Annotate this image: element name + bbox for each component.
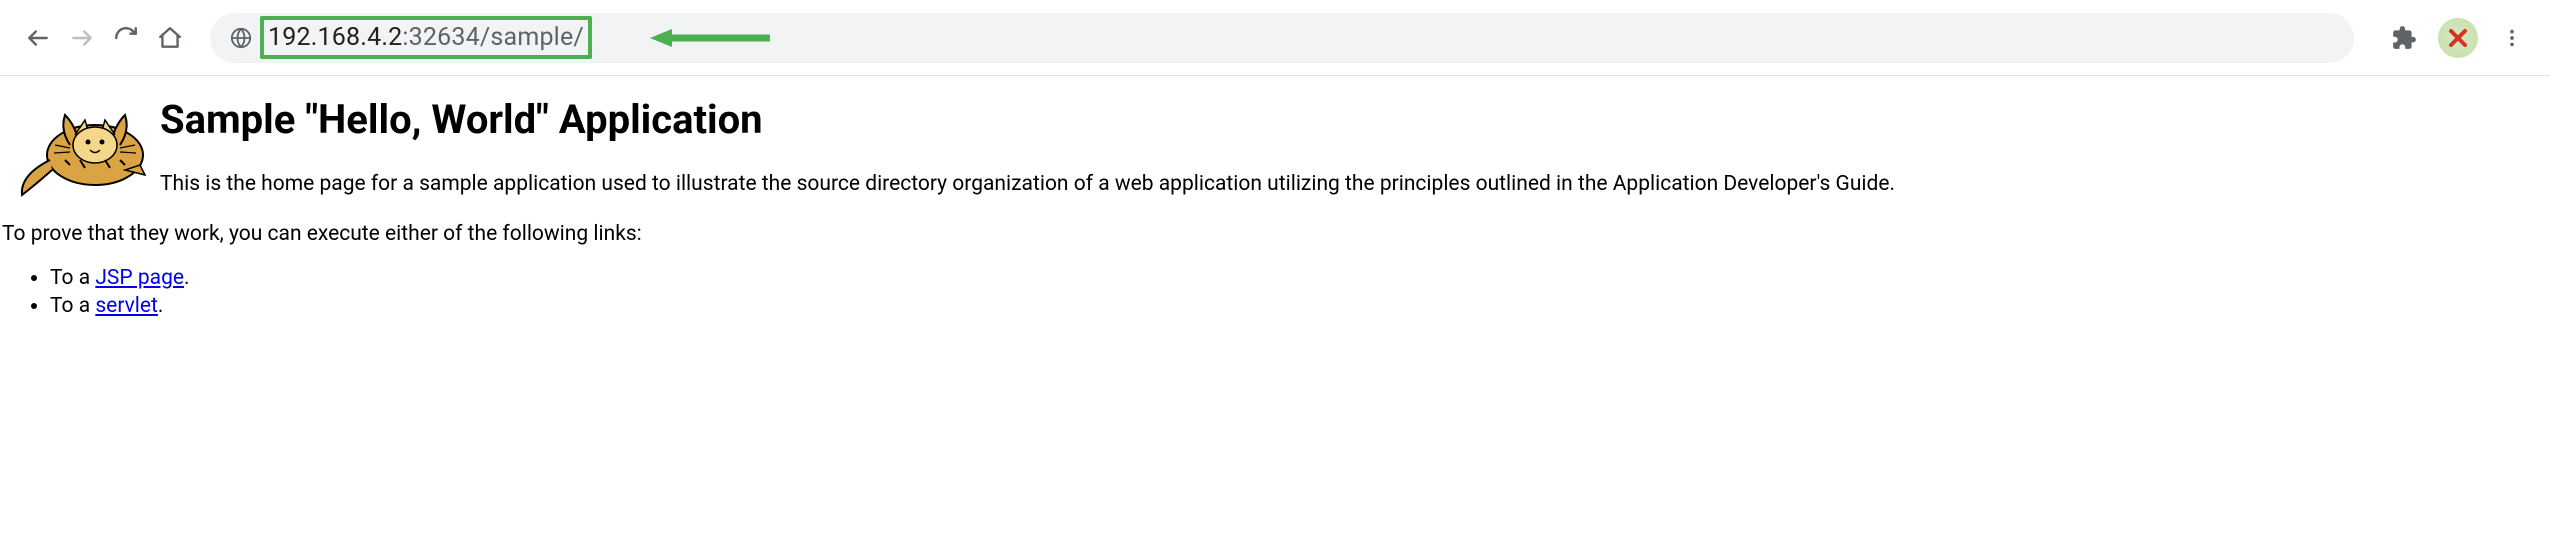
link-suffix: . (184, 266, 190, 290)
extension-badge[interactable] (2438, 18, 2478, 58)
intro-paragraph: This is the home page for a sample appli… (160, 171, 1895, 198)
tomcat-logo (10, 90, 160, 200)
url-text[interactable]: 192.168.4.2:32634/sample/ (264, 20, 588, 55)
home-button[interactable] (152, 20, 188, 56)
url-host: 192.168.4.2 (268, 23, 402, 52)
browser-toolbar: 192.168.4.2:32634/sample/ (0, 0, 2550, 76)
site-info-icon[interactable] (230, 27, 252, 49)
extensions-icon[interactable] (2386, 20, 2422, 56)
link-suffix: . (158, 294, 164, 318)
link-prefix: To a (50, 266, 95, 290)
prove-paragraph: To prove that they work, you can execute… (2, 222, 2550, 246)
page-title: Sample "Hello, World" Application (160, 96, 1895, 143)
url-path: /sample/ (480, 23, 584, 52)
header-row: Sample "Hello, World" Application This i… (0, 76, 2550, 200)
reload-button[interactable] (108, 20, 144, 56)
link-list: To a JSP page. To a servlet. (50, 266, 2550, 318)
list-item: To a servlet. (50, 294, 2550, 318)
forward-button[interactable] (64, 20, 100, 56)
servlet-link[interactable]: servlet (95, 294, 158, 318)
url-port: :32634 (402, 23, 480, 52)
arrow-annotation (650, 23, 770, 53)
address-bar[interactable]: 192.168.4.2:32634/sample/ (210, 13, 2354, 63)
page-content: Sample "Hello, World" Application This i… (0, 76, 2550, 318)
toolbar-right (2386, 18, 2530, 58)
jsp-page-link[interactable]: JSP page (95, 266, 184, 290)
back-button[interactable] (20, 20, 56, 56)
menu-icon[interactable] (2494, 20, 2530, 56)
header-text: Sample "Hello, World" Application This i… (160, 90, 1895, 198)
link-prefix: To a (50, 294, 95, 318)
list-item: To a JSP page. (50, 266, 2550, 290)
